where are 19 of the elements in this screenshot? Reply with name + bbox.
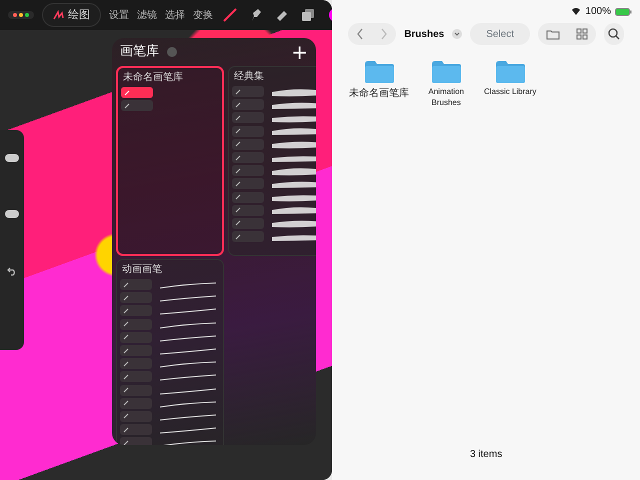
select-button[interactable]: Select [470,23,530,45]
folder-name[interactable]: Classic Library [482,87,538,98]
menu-item[interactable]: 滤镜 [137,8,157,22]
brush-set-card[interactable]: 动画画笔 [116,259,224,445]
brush-set-title: 动画画笔 [122,264,163,275]
menu-item[interactable]: 选择 [165,8,185,22]
folder-name[interactable]: Animation Brushes [418,87,474,109]
add-button[interactable]: + [291,42,308,62]
menu-item[interactable]: 设置 [109,8,129,22]
folder-name[interactable]: 未命名画笔库 [348,87,410,100]
item-count: 3 items [470,449,502,460]
brush-set-card[interactable]: 未命名画笔库 [116,66,224,256]
menu-item[interactable]: 变换 [193,8,213,22]
gallery-button[interactable]: 绘图 [42,2,101,28]
panel-title: 画笔库 [120,43,159,62]
folder-title: Brushes [404,28,444,42]
battery-percentage: 100% [585,5,611,19]
brush-set-title: 未命名画笔库 [123,72,184,83]
brush-set-title: 经典集 [234,71,265,82]
